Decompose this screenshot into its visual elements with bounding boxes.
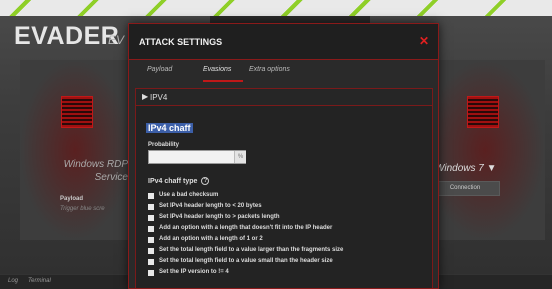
attacker-panel [20,60,130,240]
option-label: Use a bad checksum [159,192,219,198]
checkbox[interactable] [148,204,154,210]
connection-button[interactable]: Connection [430,181,500,196]
option-oversized-option[interactable]: Add an option with a length that doesn't… [148,224,428,235]
option-short-option[interactable]: Add an option with a length of 1 or 2 [148,235,428,246]
evasions-panel: ▶ IPV4 IPv4 chaff Probability % IPv4 cha… [135,88,433,288]
checkbox[interactable] [148,237,154,243]
attacker-host-icon [61,96,93,128]
checkbox[interactable] [148,226,154,232]
attack-settings-dialog: ATTACK SETTINGS ✕ Payload Evasions Extra… [128,23,439,289]
option-label: Set IPv4 header length to < 20 bytes [159,203,262,209]
option-label: Set the IP version to != 4 [159,269,229,275]
target-panel [425,60,545,240]
attack-target-line1: Windows RDP [63,159,128,170]
help-icon[interactable]: ? [201,177,210,185]
top-stripe-banner [0,0,552,16]
section-ipv4-label: IPV4 [150,93,168,102]
expand-arrow-icon: ▶ [142,92,149,101]
checkbox[interactable] [148,270,154,276]
section-ipv4-header[interactable]: ▶ IPV4 [136,89,432,106]
dialog-title: ATTACK SETTINGS [139,37,223,47]
payload-value: Trigger blue scre [60,206,105,212]
option-label: Set IPv4 header length to > packets leng… [159,214,280,220]
option-ip-version[interactable]: Set the IP version to != 4 [148,268,428,279]
chaff-type-label: IPv4 chaff type [148,177,198,185]
target-host-icon [467,96,499,128]
checkbox[interactable] [148,215,154,221]
tab-terminal[interactable]: Terminal [28,278,51,284]
option-label: Add an option with a length of 1 or 2 [159,236,263,242]
option-bad-checksum[interactable]: Use a bad checksum [148,191,428,202]
tab-log[interactable]: Log [8,278,18,284]
active-tab-indicator [203,80,243,82]
option-label: Set the total length field to a value la… [159,247,344,253]
attack-target-line2: Service [94,172,128,183]
payload-label: Payload [60,196,84,202]
target-os-select[interactable]: Windows 7 ▼ [435,163,515,174]
ipv4-chaff-title: IPv4 chaff [146,123,193,133]
option-total-length-small[interactable]: Set the total length field to a value sm… [148,257,428,268]
option-label: Add an option with a length that doesn't… [159,225,333,231]
app-logo-suffix: EV [108,33,125,47]
probability-input[interactable] [148,150,246,164]
tab-evasions[interactable]: Evasions [203,66,231,73]
chaff-type-heading: IPv4 chaff type? [148,177,210,185]
settings-tabs: Payload Evasions Extra options [143,60,424,82]
tab-payload[interactable]: Payload [147,66,172,73]
attack-target-label: Windows RDP Service [48,158,128,184]
app-logo: EVADER [14,22,120,50]
probability-label: Probability [148,142,180,148]
close-icon[interactable]: ✕ [419,34,429,48]
option-total-length-large[interactable]: Set the total length field to a value la… [148,246,428,257]
percent-suffix: % [234,151,246,163]
option-label: Set the total length field to a value sm… [159,258,333,264]
checkbox[interactable] [148,259,154,265]
checkbox[interactable] [148,193,154,199]
option-header-length-long[interactable]: Set IPv4 header length to > packets leng… [148,213,428,224]
dialog-header: ATTACK SETTINGS ✕ [129,24,438,60]
tab-extra-options[interactable]: Extra options [249,66,290,73]
chaff-options-list: Use a bad checksum Set IPv4 header lengt… [148,191,428,279]
checkbox[interactable] [148,248,154,254]
option-header-length-short[interactable]: Set IPv4 header length to < 20 bytes [148,202,428,213]
